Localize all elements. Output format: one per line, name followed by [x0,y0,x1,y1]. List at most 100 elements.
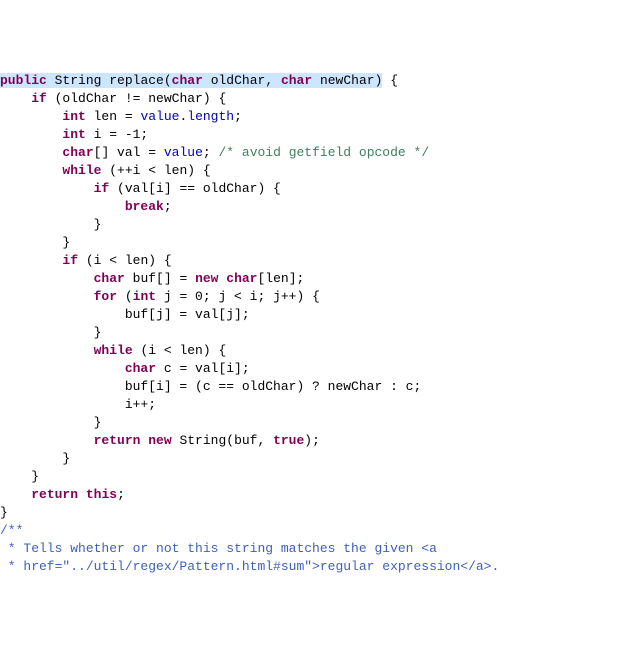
code-line: } [0,216,631,234]
code-token [0,433,94,448]
code-line: while (++i < len) { [0,162,631,180]
code-token: return [94,433,141,448]
code-line: } [0,450,631,468]
code-token: (++i < len) { [101,163,210,178]
code-token: length [187,109,234,124]
code-line: if (oldChar != newChar) { [0,90,631,108]
code-token: char [62,145,93,160]
code-token: char [125,361,156,376]
code-line: i++; [0,396,631,414]
code-token [78,487,86,502]
code-line: int i = -1; [0,126,631,144]
code-token: return [31,487,78,502]
code-token: } [0,451,70,466]
code-line: if (val[i] == oldChar) { [0,180,631,198]
code-token [0,289,94,304]
code-line: } [0,234,631,252]
code-line: if (i < len) { [0,252,631,270]
code-line: buf[i] = (c == oldChar) ? newChar : c; [0,378,631,396]
code-token: ; [234,109,242,124]
code-line: char[] val = value; /* avoid getfield op… [0,144,631,162]
code-token: buf[] = [125,271,195,286]
code-token: (val[i] == oldChar) { [109,181,281,196]
code-token: buf[i] = (c == oldChar) ? newChar : c; [0,379,421,394]
code-token: /* avoid getfield opcode */ [218,145,429,160]
code-token: i = -1; [86,127,148,142]
code-token: { [382,73,398,88]
code-token: String [55,73,102,88]
code-token [0,253,62,268]
code-line: } [0,414,631,432]
code-token: char [172,73,203,88]
code-token: (i < len) { [133,343,227,358]
code-token: buf[j] = val[j]; [0,307,250,322]
code-token: newChar [312,73,374,88]
code-token: int [62,127,85,142]
code-token: } [0,505,8,520]
code-token [0,271,94,286]
code-line: } [0,504,631,522]
code-token: * Tells whether or not this string match… [0,541,437,556]
code-token: i++; [0,397,156,412]
code-token: if [94,181,110,196]
code-token: ( [164,73,172,88]
code-line: buf[j] = val[j]; [0,306,631,324]
code-block: public String replace(char oldChar, char… [0,72,631,576]
code-token: for [94,289,117,304]
code-token: ; [117,487,125,502]
code-token: value [164,145,203,160]
code-token [0,361,125,376]
code-line: for (int j = 0; j < i; j++) { [0,288,631,306]
code-token [0,127,62,142]
code-line: char c = val[i]; [0,360,631,378]
code-line: while (i < len) { [0,342,631,360]
code-line: } [0,468,631,486]
code-line: * Tells whether or not this string match… [0,540,631,558]
code-token [0,487,31,502]
code-token: char [226,271,257,286]
code-token: [] val = [94,145,164,160]
code-line: * href="../util/regex/Pattern.html#sum">… [0,558,631,576]
code-token: ( [117,289,133,304]
code-token: if [31,91,47,106]
code-line: return this; [0,486,631,504]
code-token: } [0,217,101,232]
code-token: value [140,109,179,124]
code-token [273,73,281,88]
code-token [0,343,94,358]
code-token: String(buf, [172,433,273,448]
code-token: } [0,469,39,484]
code-token [0,145,62,160]
code-token [0,109,62,124]
code-token: true [273,433,304,448]
code-token: (oldChar != newChar) { [47,91,226,106]
code-token: int [62,109,85,124]
code-token: new [148,433,171,448]
code-token: [len]; [258,271,305,286]
code-line: char buf[] = new char[len]; [0,270,631,288]
code-token: char [281,73,312,88]
code-token [0,91,31,106]
code-line: int len = value.length; [0,108,631,126]
code-token: if [62,253,78,268]
code-token [47,73,55,88]
code-token: } [0,235,70,250]
code-line: return new String(buf, true); [0,432,631,450]
code-token: c = val[i]; [156,361,250,376]
code-token: j = 0; j < i; j++) { [156,289,320,304]
code-line: /** [0,522,631,540]
code-token: while [62,163,101,178]
code-token: break [125,199,164,214]
code-token [0,199,125,214]
code-token: /** [0,523,23,538]
code-token: while [94,343,133,358]
code-token: this [86,487,117,502]
code-token: len = [86,109,141,124]
code-token: new [195,271,218,286]
code-token: public [0,73,47,88]
code-token: oldChar [203,73,265,88]
code-token: * href="../util/regex/Pattern.html#sum">… [0,559,499,574]
code-token [0,181,94,196]
code-line: public String replace(char oldChar, char… [0,72,631,90]
code-token: replace [109,73,164,88]
